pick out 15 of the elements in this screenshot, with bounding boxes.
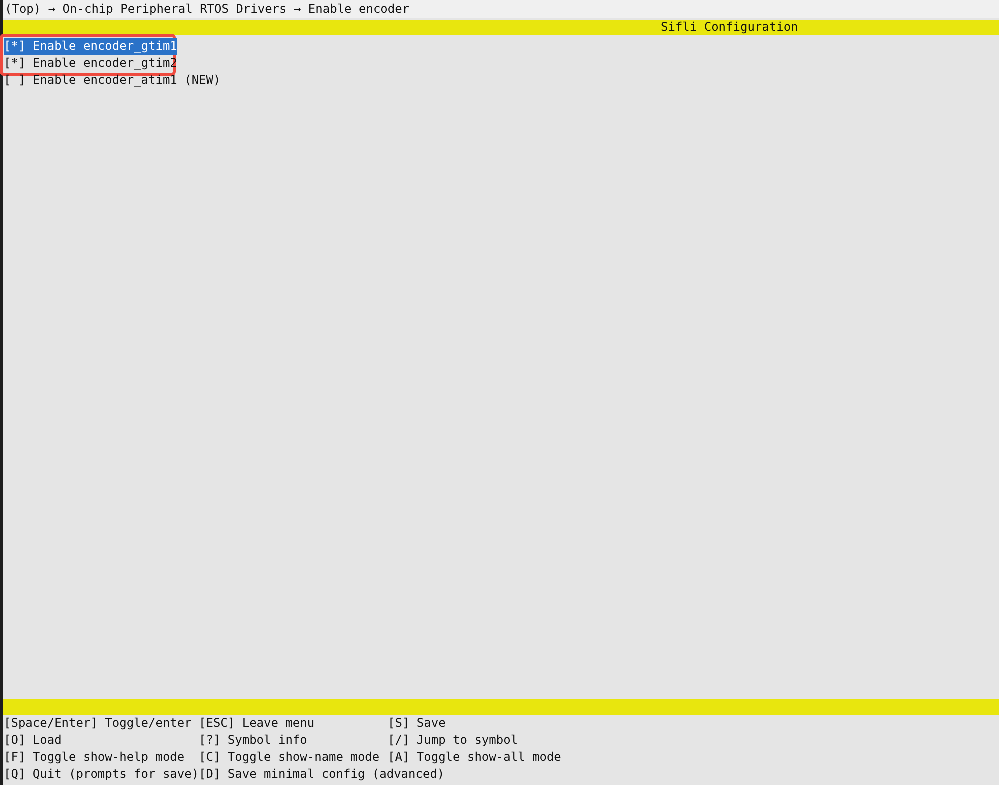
breadcrumb: (Top) → On-chip Peripheral RTOS Drivers → Enable encoder	[3, 0, 999, 18]
menu-item[interactable]: [ ] Enable encoder_atim1 (NEW)	[4, 72, 221, 89]
shortcut-hint: [/] Jump to symbol	[388, 732, 520, 749]
shortcut-hint: [ESC] Leave menu	[199, 715, 316, 732]
shortcut-hint: [C] Toggle show-name mode	[199, 749, 381, 766]
shortcut-hint: [?] Symbol info	[199, 732, 308, 749]
shortcut-hint: [Q] Quit (prompts for save)	[4, 766, 199, 783]
window-title: Sifli Configuration	[661, 20, 798, 34]
shortcut-hint: [A] Toggle show-all mode	[388, 749, 562, 766]
shortcut-hint: [F] Toggle show-help mode	[4, 749, 186, 766]
shortcut-hint: [D] Save minimal config (advanced)	[199, 766, 446, 783]
shortcut-hint: [S] Save	[388, 715, 447, 732]
shortcut-hint: [Space/Enter] Toggle/enter	[4, 715, 193, 732]
shortcut-hint: [O] Load	[4, 732, 63, 749]
menu-item[interactable]: [*] Enable encoder_gtim1	[4, 38, 178, 55]
